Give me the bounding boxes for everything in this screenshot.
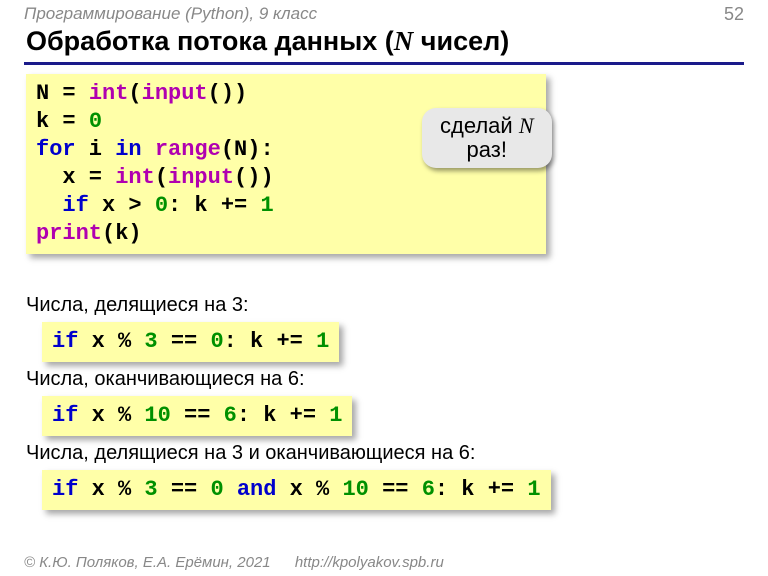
code: in	[115, 137, 141, 162]
code: 0	[210, 477, 223, 502]
code: 1	[260, 193, 273, 218]
code: 1	[316, 329, 329, 354]
code: x %	[78, 403, 144, 428]
label-div-by-3: Числа, делящиеся на 3:	[26, 294, 249, 317]
code: ())	[234, 165, 274, 190]
title-var: N	[394, 26, 414, 56]
code: : k +=	[224, 329, 316, 354]
footer-link[interactable]: http://kpolyakov.spb.ru	[295, 554, 444, 571]
code: x =	[36, 165, 115, 190]
callout-bubble: сделай N раз!	[422, 108, 552, 168]
code: (	[155, 165, 168, 190]
code: ==	[158, 477, 211, 502]
code: if	[52, 403, 78, 428]
code: k =	[36, 109, 89, 134]
page-number: 52	[724, 4, 744, 25]
callout-line1a: сделай	[440, 113, 519, 138]
footer-copy: © К.Ю. Поляков, Е.А. Ерёмин, 2021	[24, 554, 271, 571]
code: ==	[369, 477, 422, 502]
code: and	[224, 477, 290, 502]
code: for	[36, 137, 76, 162]
code: x %	[290, 477, 343, 502]
code: 6	[422, 477, 435, 502]
code: if	[36, 193, 89, 218]
code: (k)	[102, 221, 142, 246]
code: 10	[342, 477, 368, 502]
code: ())	[208, 81, 248, 106]
code: ==	[171, 403, 224, 428]
code: ==	[158, 329, 211, 354]
code: N =	[36, 81, 89, 106]
code: 0	[89, 109, 102, 134]
label-ends-6: Числа, оканчивающиеся на 6:	[26, 368, 305, 391]
code: 3	[144, 329, 157, 354]
footer: © К.Ю. Поляков, Е.А. Ерёмин, 2021 http:/…	[24, 554, 444, 571]
code: 0	[210, 329, 223, 354]
code: range	[155, 137, 221, 162]
code: x %	[78, 329, 144, 354]
code: input	[168, 165, 234, 190]
code	[142, 137, 155, 162]
code: : k +=	[168, 193, 260, 218]
code: : k +=	[237, 403, 329, 428]
code: 0	[155, 193, 168, 218]
code: x >	[89, 193, 155, 218]
title-underline	[24, 62, 744, 65]
code: (N):	[221, 137, 274, 162]
code: input	[142, 81, 208, 106]
label-both: Числа, делящиеся на 3 и оканчивающиеся н…	[26, 442, 475, 465]
callout-var: N	[519, 113, 534, 138]
code: if	[52, 477, 78, 502]
code-div-by-3: if x % 3 == 0: k += 1	[42, 322, 339, 362]
code: x %	[78, 477, 144, 502]
code: 6	[224, 403, 237, 428]
title-prefix: Обработка потока данных (	[26, 26, 394, 56]
code: int	[89, 81, 129, 106]
code: 1	[527, 477, 540, 502]
code: if	[52, 329, 78, 354]
code: 1	[329, 403, 342, 428]
callout-line2: раз!	[467, 137, 507, 162]
code: 3	[144, 477, 157, 502]
code-both: if x % 3 == 0 and x % 10 == 6: k += 1	[42, 470, 551, 510]
slide-title: Обработка потока данных (N чисел)	[26, 26, 509, 57]
code: int	[115, 165, 155, 190]
code: print	[36, 221, 102, 246]
code: i	[76, 137, 116, 162]
code-ends-6: if x % 10 == 6: k += 1	[42, 396, 352, 436]
code: : k +=	[435, 477, 527, 502]
code: 10	[144, 403, 170, 428]
code: (	[128, 81, 141, 106]
course-header: Программирование (Python), 9 класс	[24, 4, 317, 24]
title-suffix: чисел)	[413, 26, 509, 56]
